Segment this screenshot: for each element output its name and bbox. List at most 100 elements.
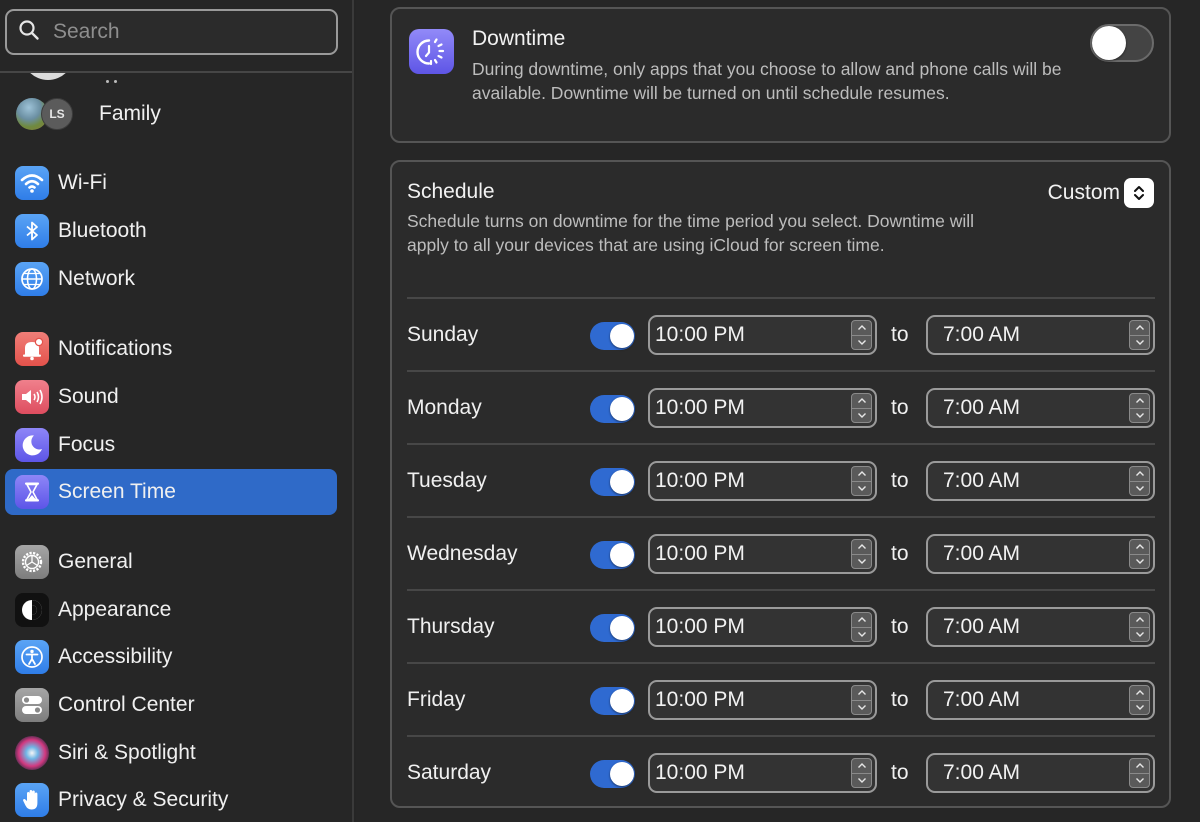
day-toggle[interactable] xyxy=(590,760,635,788)
day-toggle[interactable] xyxy=(590,541,635,569)
decrement-chevron-down-icon[interactable] xyxy=(852,626,871,642)
sidebar-item-siri-spotlight[interactable]: Siri & Spotlight xyxy=(5,730,337,776)
end-time-input[interactable] xyxy=(928,761,1118,785)
sidebar-item-notifications[interactable]: Notifications xyxy=(5,326,337,372)
start-time-stepper[interactable] xyxy=(851,539,872,569)
sidebar-item-accessibility[interactable]: Accessibility xyxy=(5,634,337,680)
sidebar-item-wifi[interactable]: Wi-Fi xyxy=(5,160,337,206)
start-time-input[interactable] xyxy=(650,761,840,785)
end-time-stepper[interactable] xyxy=(1129,758,1150,788)
decrement-chevron-down-icon[interactable] xyxy=(852,772,871,788)
search-field[interactable] xyxy=(5,9,338,55)
sidebar-item-family[interactable]: LS Family xyxy=(16,96,161,132)
increment-chevron-up-icon[interactable] xyxy=(852,759,871,773)
increment-chevron-up-icon[interactable] xyxy=(852,613,871,627)
increment-chevron-up-icon[interactable] xyxy=(852,321,871,335)
start-time-field[interactable] xyxy=(648,607,877,647)
downtime-toggle[interactable] xyxy=(1090,24,1154,62)
sidebar-item-network[interactable]: Network xyxy=(5,256,337,302)
start-time-field[interactable] xyxy=(648,753,877,793)
decrement-chevron-down-icon[interactable] xyxy=(852,699,871,715)
increment-chevron-up-icon[interactable] xyxy=(1130,467,1149,481)
end-time-field[interactable] xyxy=(926,753,1155,793)
start-time-field[interactable] xyxy=(648,315,877,355)
start-time-field[interactable] xyxy=(648,461,877,501)
start-time-input[interactable] xyxy=(650,396,840,420)
end-time-field[interactable] xyxy=(926,388,1155,428)
increment-chevron-up-icon[interactable] xyxy=(852,467,871,481)
decrement-chevron-down-icon[interactable] xyxy=(1130,699,1149,715)
start-time-input[interactable] xyxy=(650,469,840,493)
increment-chevron-up-icon[interactable] xyxy=(852,394,871,408)
end-time-stepper[interactable] xyxy=(1129,685,1150,715)
schedule-card: Schedule Schedule turns on downtime for … xyxy=(390,160,1171,808)
search-input[interactable] xyxy=(53,20,313,44)
start-time-field[interactable] xyxy=(648,680,877,720)
sidebar-item-focus[interactable]: Focus xyxy=(5,422,337,468)
day-toggle[interactable] xyxy=(590,395,635,423)
day-toggle[interactable] xyxy=(590,614,635,642)
start-time-stepper[interactable] xyxy=(851,612,872,642)
end-time-input[interactable] xyxy=(928,396,1118,420)
increment-chevron-up-icon[interactable] xyxy=(1130,321,1149,335)
decrement-chevron-down-icon[interactable] xyxy=(852,334,871,350)
sidebar-item-general[interactable]: General xyxy=(5,539,337,585)
decrement-chevron-down-icon[interactable] xyxy=(1130,334,1149,350)
sidebar-item-control-center[interactable]: Control Center xyxy=(5,682,337,728)
start-time-input[interactable] xyxy=(650,688,840,712)
end-time-field[interactable] xyxy=(926,680,1155,720)
end-time-field[interactable] xyxy=(926,607,1155,647)
increment-chevron-up-icon[interactable] xyxy=(1130,686,1149,700)
end-time-field[interactable] xyxy=(926,315,1155,355)
downtime-description: During downtime, only apps that you choo… xyxy=(472,59,1062,103)
decrement-chevron-down-icon[interactable] xyxy=(1130,480,1149,496)
end-time-stepper[interactable] xyxy=(1129,612,1150,642)
decrement-chevron-down-icon[interactable] xyxy=(1130,772,1149,788)
decrement-chevron-down-icon[interactable] xyxy=(852,553,871,569)
sidebar-item-screen-time[interactable]: Screen Time xyxy=(5,469,337,515)
start-time-input[interactable] xyxy=(650,542,840,566)
sidebar-item-sound[interactable]: Sound xyxy=(5,374,337,420)
start-time-stepper[interactable] xyxy=(851,466,872,496)
decrement-chevron-down-icon[interactable] xyxy=(852,480,871,496)
schedule-mode-select[interactable]: Custom xyxy=(1048,178,1154,208)
decrement-chevron-down-icon[interactable] xyxy=(1130,407,1149,423)
increment-chevron-up-icon[interactable] xyxy=(1130,540,1149,554)
end-time-stepper[interactable] xyxy=(1129,466,1150,496)
end-time-field[interactable] xyxy=(926,534,1155,574)
end-time-input[interactable] xyxy=(928,615,1118,639)
increment-chevron-up-icon[interactable] xyxy=(1130,759,1149,773)
end-time-input[interactable] xyxy=(928,542,1118,566)
increment-chevron-up-icon[interactable] xyxy=(1130,613,1149,627)
end-time-field[interactable] xyxy=(926,461,1155,501)
increment-chevron-up-icon[interactable] xyxy=(852,540,871,554)
start-time-stepper[interactable] xyxy=(851,320,872,350)
day-toggle[interactable] xyxy=(590,468,635,496)
end-time-stepper[interactable] xyxy=(1129,320,1150,350)
end-time-input[interactable] xyxy=(928,688,1118,712)
start-time-stepper[interactable] xyxy=(851,393,872,423)
schedule-row-wednesday: Wednesday to xyxy=(407,516,1155,589)
schedule-row-sunday: Sunday to xyxy=(407,297,1155,370)
sidebar-item-privacy-security[interactable]: Privacy & Security xyxy=(5,777,337,822)
increment-chevron-up-icon[interactable] xyxy=(1130,394,1149,408)
end-time-input[interactable] xyxy=(928,469,1118,493)
end-time-stepper[interactable] xyxy=(1129,539,1150,569)
start-time-field[interactable] xyxy=(648,388,877,428)
sidebar-item-bluetooth[interactable]: Bluetooth xyxy=(5,208,337,254)
decrement-chevron-down-icon[interactable] xyxy=(1130,626,1149,642)
day-toggle[interactable] xyxy=(590,687,635,715)
start-time-field[interactable] xyxy=(648,534,877,574)
end-time-stepper[interactable] xyxy=(1129,393,1150,423)
start-time-stepper[interactable] xyxy=(851,685,872,715)
increment-chevron-up-icon[interactable] xyxy=(852,686,871,700)
start-time-stepper[interactable] xyxy=(851,758,872,788)
start-time-input[interactable] xyxy=(650,615,840,639)
end-time-input[interactable] xyxy=(928,323,1118,347)
start-time-input[interactable] xyxy=(650,323,840,347)
decrement-chevron-down-icon[interactable] xyxy=(852,407,871,423)
to-label: to xyxy=(891,542,909,565)
sidebar-item-appearance[interactable]: Appearance xyxy=(5,587,337,633)
day-toggle[interactable] xyxy=(590,322,635,350)
decrement-chevron-down-icon[interactable] xyxy=(1130,553,1149,569)
